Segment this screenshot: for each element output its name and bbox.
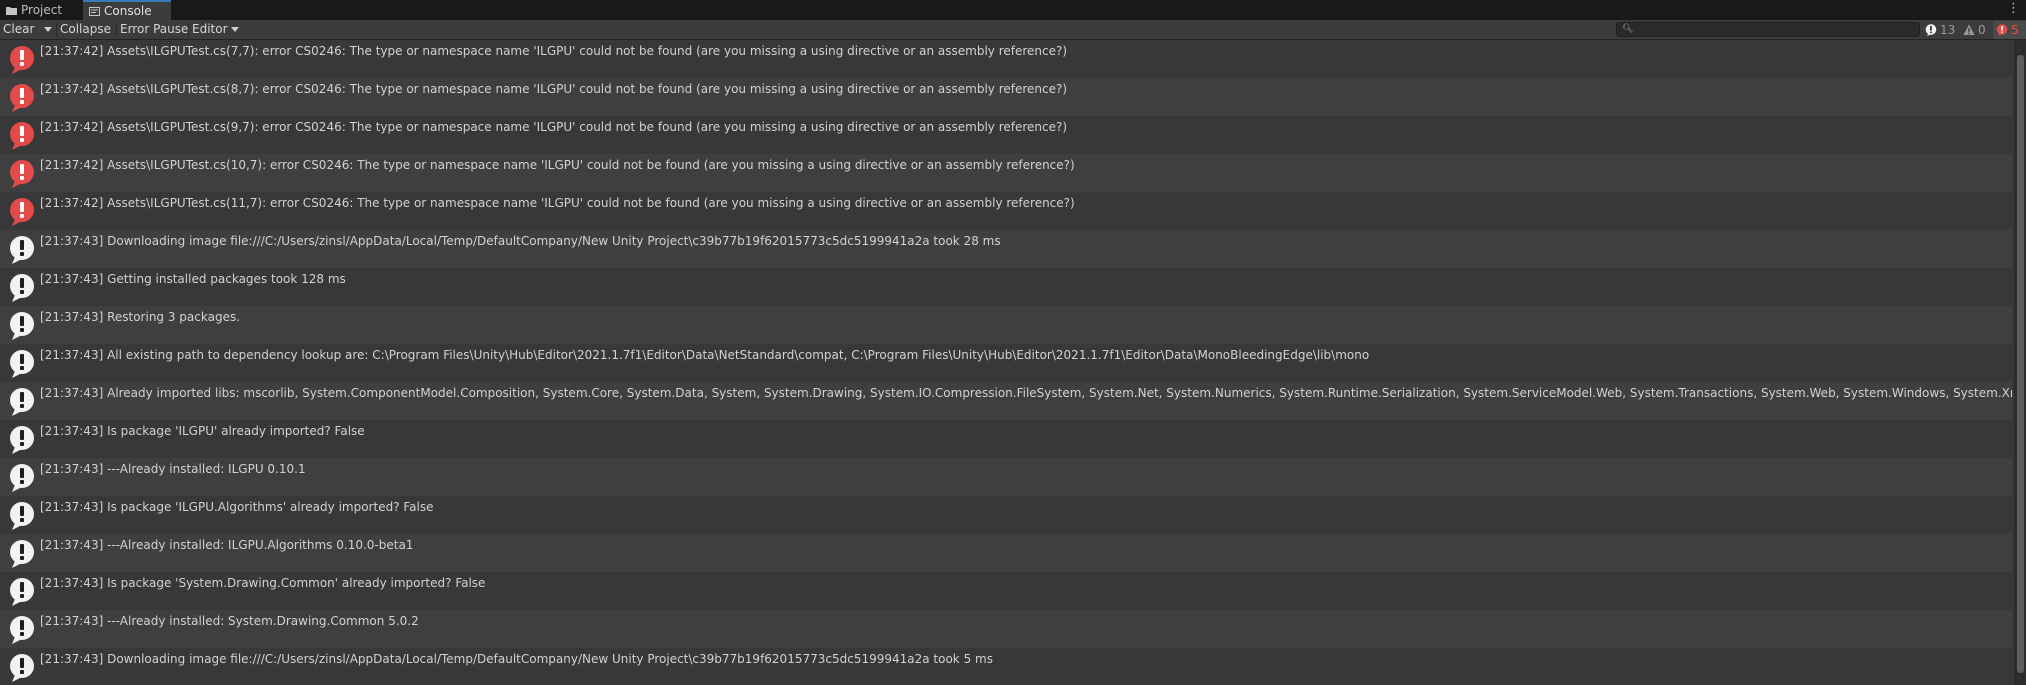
- console-entry-log[interactable]: [21:37:43] ---Already installed: ILGPU 0…: [0, 458, 2012, 496]
- console-entry-error[interactable]: [21:37:42] Assets\ILGPUTest.cs(10,7): er…: [0, 154, 2012, 192]
- console-entry-text: [21:37:43] Already imported libs: mscorl…: [40, 386, 2012, 400]
- tab-console-label: Console: [104, 4, 152, 18]
- error-count-toggle[interactable]: 5: [1993, 21, 2026, 39]
- error-icon: [10, 198, 34, 226]
- info-icon: [10, 312, 34, 340]
- more-options-icon[interactable]: ⋮: [2007, 1, 2020, 16]
- warning-count-toggle[interactable]: 0: [1960, 21, 1989, 39]
- info-icon: [10, 654, 34, 682]
- console-entry-text: [21:37:43] Is package 'System.Drawing.Co…: [40, 576, 486, 590]
- console-entry-error[interactable]: [21:37:42] Assets\ILGPUTest.cs(9,7): err…: [0, 116, 2012, 154]
- chevron-down-icon: [230, 27, 239, 32]
- console-entry-text: [21:37:42] Assets\ILGPUTest.cs(10,7): er…: [40, 158, 1075, 172]
- console-entry-error[interactable]: [21:37:42] Assets\ILGPUTest.cs(11,7): er…: [0, 192, 2012, 230]
- error-count: 5: [2011, 23, 2019, 37]
- tab-project[interactable]: Project: [0, 0, 83, 20]
- search-field[interactable]: 🔍︎: [1616, 22, 1920, 37]
- info-icon: [10, 616, 34, 644]
- console-entry-text: [21:37:43] Restoring 3 packages.: [40, 310, 241, 324]
- editor-dropdown-label: Editor: [192, 22, 228, 36]
- info-icon: [10, 502, 34, 530]
- console-entry-log[interactable]: [21:37:43] All existing path to dependen…: [0, 344, 2012, 382]
- console-entry-text: [21:37:43] Downloading image file:///C:/…: [40, 234, 1001, 248]
- window-tab-bar: Project Console ⋮: [0, 0, 2026, 21]
- console-entry-text: [21:37:42] Assets\ILGPUTest.cs(8,7): err…: [40, 82, 1068, 96]
- info-icon: [10, 350, 34, 378]
- info-icon: [10, 540, 34, 568]
- tab-console[interactable]: Console: [83, 0, 171, 20]
- chevron-down-icon: [44, 27, 52, 32]
- info-icon: [10, 236, 34, 264]
- console-entry-text: [21:37:43] ---Already installed: ILGPU 0…: [40, 462, 306, 476]
- log-count: 13: [1940, 23, 1956, 37]
- clear-button[interactable]: Clear: [0, 20, 37, 39]
- console-icon: [89, 6, 100, 16]
- console-entry-log[interactable]: [21:37:43] ---Already installed: ILGPU.A…: [0, 534, 2012, 572]
- console-entry-log[interactable]: [21:37:43] ---Already installed: System.…: [0, 610, 2012, 648]
- error-icon: [1996, 24, 2008, 36]
- console-entry-log[interactable]: [21:37:43] Is package 'ILGPU' already im…: [0, 420, 2012, 458]
- console-entry-log[interactable]: [21:37:43] Restoring 3 packages.: [0, 306, 2012, 344]
- tab-project-label: Project: [21, 3, 63, 17]
- console-entry-log[interactable]: [21:37:43] Downloading image file:///C:/…: [0, 648, 2012, 685]
- console-toolbar: Clear Collapse Error Pause Editor 🔍︎ 13 …: [0, 20, 2026, 40]
- error-icon: [10, 46, 34, 74]
- error-icon: [10, 160, 34, 188]
- collapse-button[interactable]: Collapse: [57, 20, 114, 39]
- error-icon: [10, 84, 34, 112]
- info-icon: [10, 426, 34, 454]
- info-icon: [10, 464, 34, 492]
- editor-dropdown[interactable]: Editor: [189, 20, 242, 39]
- info-icon: [1925, 24, 1937, 36]
- console-entry-error[interactable]: [21:37:42] Assets\ILGPUTest.cs(7,7): err…: [0, 40, 2012, 78]
- folder-icon: [6, 6, 17, 15]
- console-entry-text: [21:37:42] Assets\ILGPUTest.cs(9,7): err…: [40, 120, 1068, 134]
- console-entry-text: [21:37:43] ---Already installed: ILGPU.A…: [40, 538, 414, 552]
- info-icon: [10, 388, 34, 416]
- console-entry-text: [21:37:43] Is package 'ILGPU' already im…: [40, 424, 365, 438]
- info-icon: [10, 578, 34, 606]
- console-entry-log[interactable]: [21:37:43] Is package 'System.Drawing.Co…: [0, 572, 2012, 610]
- search-icon: 🔍︎: [1622, 24, 1634, 34]
- search-input[interactable]: [1635, 23, 1915, 36]
- console-entry-text: [21:37:43] Is package 'ILGPU.Algorithms'…: [40, 500, 434, 514]
- error-pause-button[interactable]: Error Pause: [117, 20, 191, 39]
- console-log-list: [21:37:42] Assets\ILGPUTest.cs(7,7): err…: [0, 40, 2012, 685]
- console-entry-log[interactable]: [21:37:43] Downloading image file:///C:/…: [0, 230, 2012, 268]
- scrollbar-thumb[interactable]: [2017, 55, 2024, 673]
- console-entry-text: [21:37:42] Assets\ILGPUTest.cs(7,7): err…: [40, 44, 1068, 58]
- console-entry-log[interactable]: [21:37:43] Getting installed packages to…: [0, 268, 2012, 306]
- console-entry-text: [21:37:43] Downloading image file:///C:/…: [40, 652, 993, 666]
- warning-count: 0: [1978, 23, 1986, 37]
- log-count-toggle[interactable]: 13: [1922, 21, 1958, 39]
- info-icon: [10, 274, 34, 302]
- error-icon: [10, 122, 34, 150]
- console-entry-text: [21:37:42] Assets\ILGPUTest.cs(11,7): er…: [40, 196, 1075, 210]
- console-entry-log[interactable]: [21:37:43] Already imported libs: mscorl…: [0, 382, 2012, 420]
- console-entry-text: [21:37:43] Getting installed packages to…: [40, 272, 346, 286]
- warning-icon: [1963, 24, 1975, 35]
- console-entry-error[interactable]: [21:37:42] Assets\ILGPUTest.cs(8,7): err…: [0, 78, 2012, 116]
- clear-options-dropdown[interactable]: [38, 20, 54, 39]
- console-entry-log[interactable]: [21:37:43] Is package 'ILGPU.Algorithms'…: [0, 496, 2012, 534]
- console-entry-text: [21:37:43] ---Already installed: System.…: [40, 614, 419, 628]
- console-entry-text: [21:37:43] All existing path to dependen…: [40, 348, 1370, 362]
